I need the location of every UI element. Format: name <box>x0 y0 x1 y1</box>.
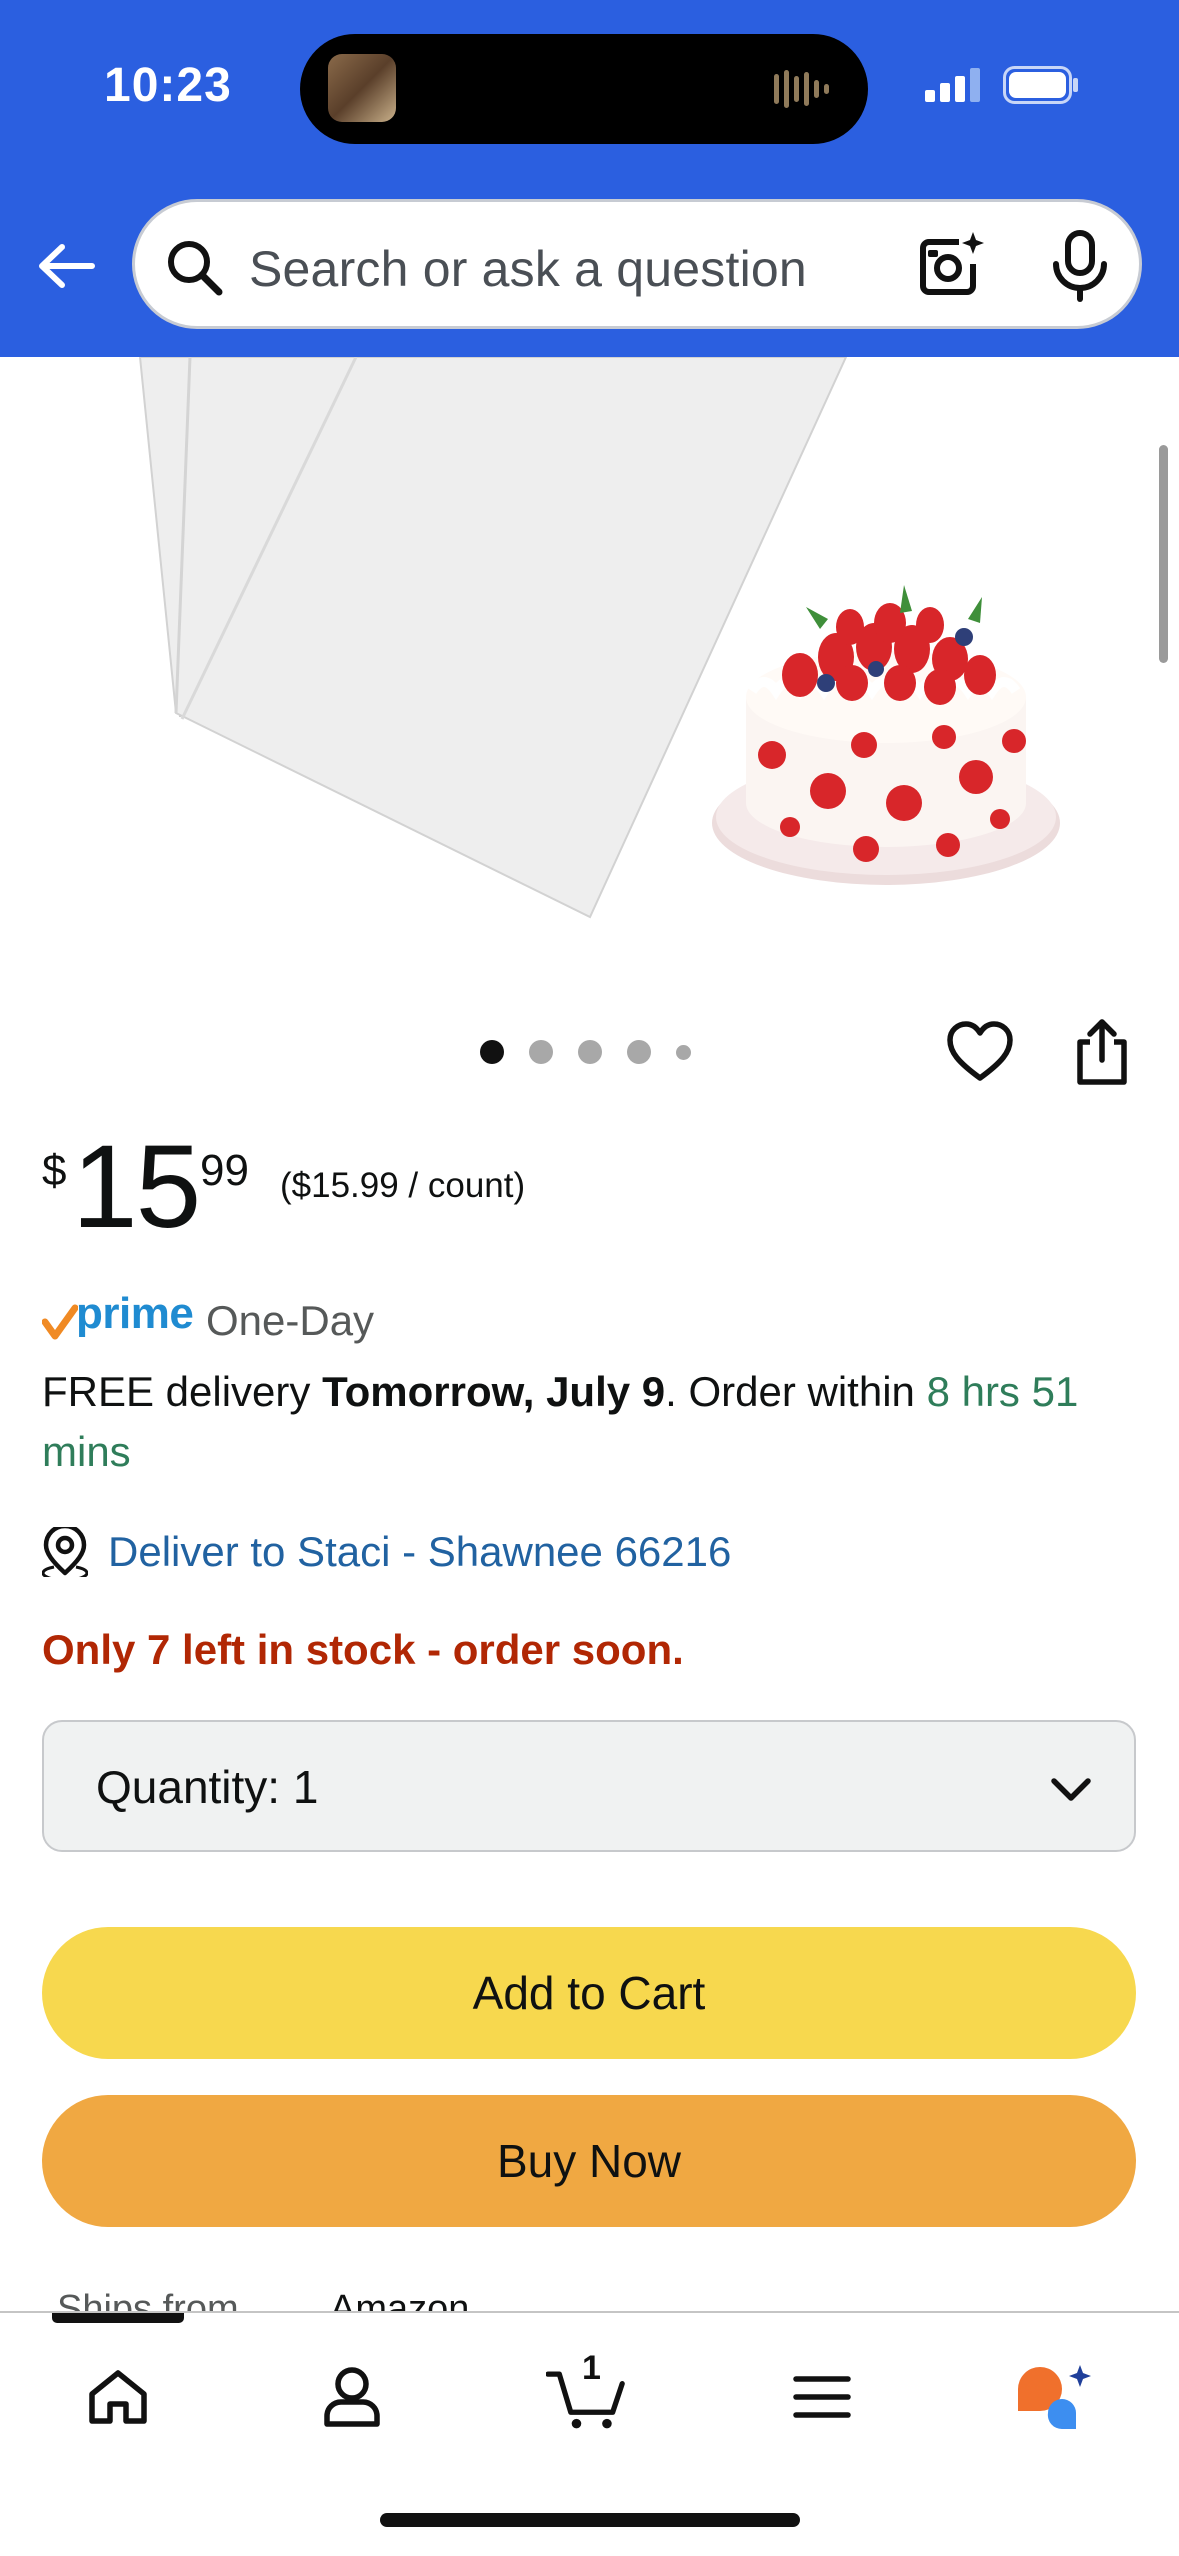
quantity-label: Quantity: 1 <box>96 1760 318 1814</box>
delivery-info: FREE delivery Tomorrow, July 9. Order wi… <box>42 1362 1142 1482</box>
ships-from-row: Ships from Amazon <box>0 2270 1179 2312</box>
search-icon <box>168 241 223 296</box>
camera-lens-icon[interactable] <box>915 230 987 302</box>
nav-assistant[interactable] <box>1014 2357 1094 2437</box>
price-per-unit: ($15.99 / count) <box>280 1166 526 1205</box>
microphone-icon[interactable] <box>1047 230 1113 302</box>
prime-logo-text: prime <box>76 1289 194 1338</box>
active-tab-indicator <box>52 2313 184 2323</box>
now-playing-artwork <box>328 54 396 122</box>
dynamic-island <box>300 34 868 144</box>
nav-account[interactable] <box>312 2357 392 2437</box>
image-pagination[interactable] <box>480 1040 691 1064</box>
pagination-dot[interactable] <box>627 1040 651 1064</box>
product-image[interactable] <box>0 357 1179 957</box>
app-header: 10:23 Search or ask a question <box>0 0 1179 357</box>
product-photo <box>138 357 1060 919</box>
assistant-icon <box>1018 2365 1091 2430</box>
home-indicator <box>380 2513 800 2527</box>
deliver-to-link[interactable]: Deliver to Staci - Shawnee 66216 <box>42 1522 731 1582</box>
delivery-prefix: FREE delivery <box>42 1368 323 1415</box>
pagination-dot[interactable] <box>578 1040 602 1064</box>
delivery-middle: . Order within <box>665 1368 927 1415</box>
status-indicators <box>925 66 1079 104</box>
nav-cart[interactable]: 1 <box>546 2349 626 2437</box>
prime-badge: prime One-Day <box>42 1289 375 1346</box>
location-pin-icon <box>42 1527 88 1577</box>
status-time: 10:23 <box>104 59 232 112</box>
nav-menu[interactable] <box>782 2357 862 2437</box>
nav-home[interactable] <box>78 2357 158 2437</box>
back-button[interactable] <box>30 230 102 302</box>
prime-check-icon <box>42 1304 78 1340</box>
price-whole: 15 <box>72 1121 201 1253</box>
chevron-down-icon <box>1051 1778 1091 1801</box>
pagination-dot[interactable] <box>676 1044 691 1060</box>
stock-warning: Only 7 left in stock - order soon. <box>42 1626 684 1673</box>
deliver-to-text[interactable]: Deliver to Staci - Shawnee 66216 <box>108 1528 731 1576</box>
cellular-signal-icon <box>925 68 980 102</box>
prime-tier: One-Day <box>206 1296 375 1344</box>
quantity-label-text: Quantity: <box>96 1761 281 1813</box>
audio-wave-icon <box>774 70 829 108</box>
heart-icon[interactable] <box>946 1020 1014 1084</box>
quantity-select[interactable]: Quantity: 1 <box>42 1720 1136 1852</box>
cart-count-badge: 1 <box>582 2349 601 2387</box>
delivery-date: Tomorrow, July 9 <box>322 1368 666 1415</box>
price-fraction: 99 <box>200 1146 249 1195</box>
home-icon <box>89 2370 147 2424</box>
page-scrollbar[interactable] <box>1159 445 1168 663</box>
prime-logo: prime <box>42 1289 202 1346</box>
battery-icon <box>1003 66 1078 104</box>
search-bar[interactable]: Search or ask a question <box>132 199 1142 329</box>
add-to-cart-button[interactable]: Add to Cart <box>42 1927 1136 2059</box>
pagination-dot-active[interactable] <box>480 1040 504 1064</box>
ships-from-label: Ships from <box>57 2288 239 2312</box>
menu-icon <box>793 2376 851 2418</box>
account-icon <box>324 2367 380 2427</box>
share-icon[interactable] <box>1072 1018 1132 1086</box>
back-arrow-icon <box>39 244 95 288</box>
search-input[interactable]: Search or ask a question <box>249 240 807 298</box>
ships-from-value: Amazon <box>330 2288 470 2312</box>
price-currency: $ <box>42 1146 67 1195</box>
buy-now-button[interactable]: Buy Now <box>42 2095 1136 2227</box>
pagination-dot[interactable] <box>529 1040 553 1064</box>
quantity-value: 1 <box>292 1761 319 1813</box>
